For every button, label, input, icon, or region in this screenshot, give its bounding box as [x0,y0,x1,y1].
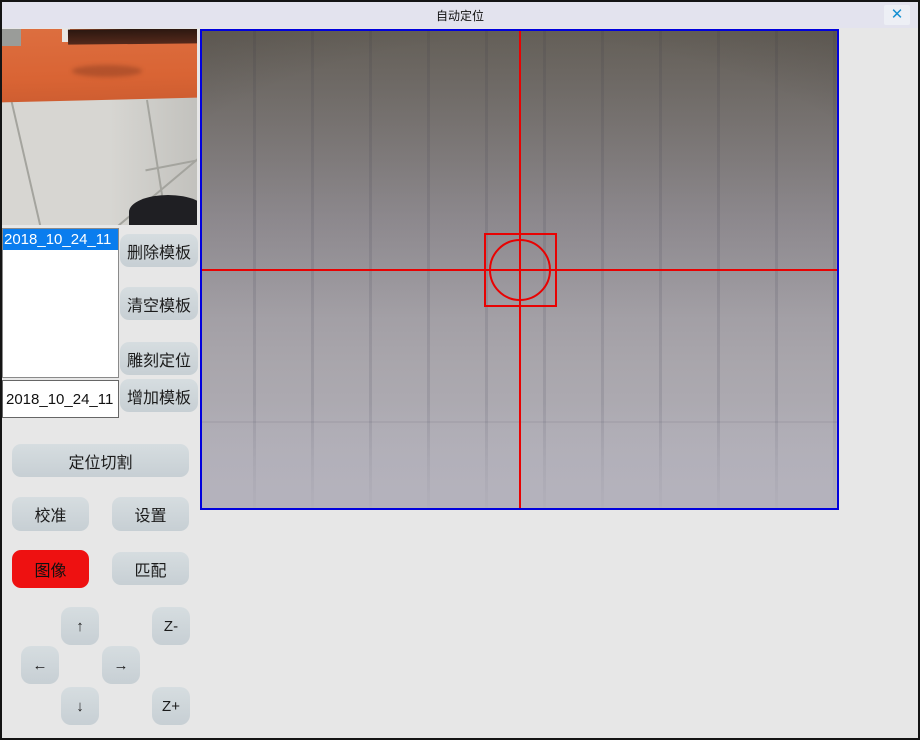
arrow-right-icon: → [114,657,129,674]
camera-view[interactable] [200,29,839,510]
jog-left-button[interactable]: ← [21,646,59,684]
delete-template-button[interactable]: 删除模板 [120,234,198,267]
gray-corner-block [2,29,21,46]
target-circle [489,239,551,301]
template-list[interactable]: 2018_10_24_11 [2,228,119,378]
jog-right-button[interactable]: → [102,646,140,684]
close-button[interactable]: ✕ [884,5,910,25]
auto-position-dialog: 自动定位 ✕ 2018_10_24_11 删除模板 清空模板 雕刻定位 增加模板… [0,0,920,740]
arrow-up-icon: ↑ [76,618,84,635]
template-name-input[interactable] [2,380,119,418]
position-cut-button[interactable]: 定位切割 [12,444,189,477]
window-title: 自动定位 [436,7,484,24]
jog-down-button[interactable]: ↓ [61,687,99,725]
settings-button[interactable]: 设置 [112,497,189,531]
dark-edge-bar [68,29,197,45]
orange-surface-smudge [72,65,142,77]
z-minus-button[interactable]: Z- [152,607,190,645]
add-template-button[interactable]: 增加模板 [120,379,198,412]
template-list-item[interactable]: 2018_10_24_11 [3,229,118,250]
match-button[interactable]: 匹配 [112,552,189,585]
arrow-down-icon: ↓ [76,698,84,715]
calibrate-button[interactable]: 校准 [12,497,89,531]
z-plus-button[interactable]: Z+ [152,687,190,725]
image-button[interactable]: 图像 [12,550,89,588]
camera-thumbnail [2,29,197,225]
clear-templates-button[interactable]: 清空模板 [120,287,198,320]
dark-object-blob [129,195,197,225]
arrow-left-icon: ← [33,657,48,674]
titlebar: 自动定位 ✕ [2,2,918,28]
close-icon: ✕ [891,6,904,23]
jog-up-button[interactable]: ↑ [61,607,99,645]
engrave-position-button[interactable]: 雕刻定位 [120,342,198,375]
